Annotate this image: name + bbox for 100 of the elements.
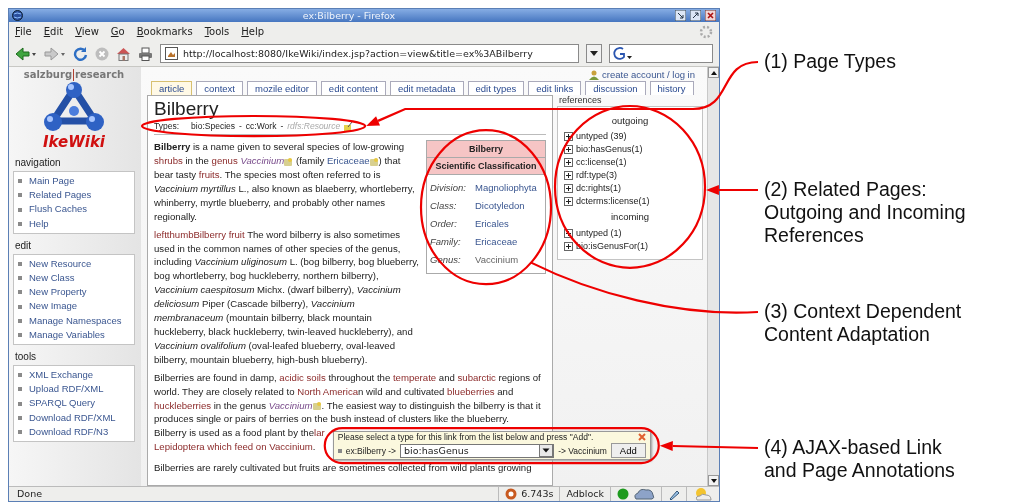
text-link[interactable]: Lepidoptera which feed on Vaccinium — [154, 440, 313, 455]
text-link[interactable]: leftthumbBilberry fruit — [154, 228, 245, 240]
menu-item[interactable]: Edit — [43, 25, 64, 38]
menu-item[interactable]: Go — [110, 25, 125, 38]
text-link[interactable]: huckleberries — [154, 399, 212, 411]
bullet-icon — [18, 318, 22, 323]
print-icon[interactable] — [138, 46, 153, 61]
field-label: Order: — [430, 217, 458, 232]
tab[interactable]: mozile editor — [247, 81, 317, 95]
text-link[interactable]: acidic — [279, 371, 307, 383]
history-dropdown[interactable] — [586, 44, 602, 63]
field-link[interactable]: Dicotyledon — [475, 197, 525, 216]
text-link[interactable]: soils — [306, 371, 326, 383]
sidebar-link[interactable]: Upload RDF/XML — [29, 382, 104, 397]
reference-item[interactable]: dc:rights(1) — [576, 182, 621, 196]
reference-item[interactable]: rdf:type(3) — [576, 169, 617, 183]
text-link[interactable]: fruits — [198, 169, 220, 180]
back-icon[interactable] — [15, 46, 37, 61]
expand-icon[interactable] — [564, 171, 573, 181]
account-link[interactable]: create account / log in — [602, 68, 695, 81]
address-bar[interactable]: http://localhost:8080/IkeWiki/index.jsp?action=view&title=ex%3ABilberry — [160, 44, 579, 63]
sidebar-link[interactable]: Main Page — [29, 174, 75, 189]
property-select[interactable]: bio:hasGenus — [400, 443, 555, 458]
menu-item[interactable]: Bookmarks — [136, 25, 193, 38]
text-link[interactable]: genus — [211, 155, 241, 167]
sidebar-link[interactable]: New Resource — [29, 256, 92, 271]
text-link[interactable]: lar — [314, 426, 325, 441]
tab[interactable]: edit types — [467, 81, 525, 95]
field-link[interactable]: Magnoliophyta — [475, 179, 537, 198]
field-link[interactable]: Ericales — [475, 215, 509, 234]
sidebar-link[interactable]: Download RDF/N3 — [29, 424, 109, 440]
edit-types-icon[interactable] — [344, 121, 354, 131]
close-icon[interactable] — [637, 433, 646, 442]
sidebar-link[interactable]: Download RDF/XML — [29, 410, 116, 425]
callout-arrow — [705, 185, 758, 195]
field-label: Division: — [430, 181, 467, 196]
logo-text: IkeWiki — [43, 133, 105, 151]
expand-icon[interactable] — [564, 145, 573, 155]
text-link[interactable]: Vaccinium — [240, 155, 285, 167]
logo-text: research — [75, 69, 125, 81]
close-icon[interactable] — [705, 10, 716, 21]
add-button[interactable]: Add — [610, 443, 646, 459]
maximize-icon[interactable] — [690, 10, 701, 21]
expand-icon[interactable] — [564, 241, 573, 251]
tab[interactable]: edit content — [320, 81, 386, 95]
logo-text: salzburg — [23, 69, 73, 81]
sidebar-link[interactable]: Related Pages — [29, 188, 92, 203]
text-link[interactable]: Vaccinium — [268, 399, 313, 411]
menu-item[interactable]: Tools — [204, 25, 230, 38]
field-link[interactable]: Ericaceae — [475, 233, 518, 252]
reference-item[interactable]: bio:hasGenus(1) — [576, 143, 643, 157]
adblock-label[interactable]: Adblock — [566, 488, 604, 500]
tab[interactable]: article — [151, 81, 193, 95]
text-link[interactable]: blueberries — [447, 385, 495, 397]
text-link[interactable]: temperate — [392, 371, 437, 383]
type-link[interactable]: cc:Work — [245, 121, 277, 132]
text-link[interactable]: shrubs — [154, 155, 183, 167]
text-link[interactable]: North America — [297, 385, 359, 397]
sidebar-link[interactable]: SPARQL Query — [29, 396, 95, 411]
expand-icon[interactable] — [564, 158, 573, 168]
sidebar-link[interactable]: Manage Namespaces — [29, 313, 122, 328]
sidebar-link[interactable]: Manage Variables — [29, 327, 105, 343]
scroll-up-button[interactable] — [708, 67, 719, 78]
search-field[interactable] — [609, 44, 713, 63]
reference-item[interactable]: untyped (1) — [576, 226, 622, 240]
field-label: Class: — [430, 199, 458, 214]
sidebar-link[interactable]: New Property — [29, 285, 87, 300]
type-link[interactable]: bio:Species — [191, 121, 235, 132]
sidebar-link[interactable]: Flush Caches — [29, 202, 88, 217]
sidebar-link[interactable]: Help — [29, 216, 49, 231]
menu-item[interactable]: View — [75, 25, 99, 38]
text-link[interactable]: subarctic — [457, 371, 496, 383]
menu-item[interactable]: File — [15, 25, 32, 38]
bullet-icon — [18, 332, 22, 337]
reload-icon[interactable] — [73, 46, 88, 61]
expand-icon[interactable] — [564, 197, 573, 207]
reference-item[interactable]: cc:license(1) — [576, 156, 627, 170]
expand-icon[interactable] — [564, 184, 573, 194]
reference-item[interactable]: untyped (39) — [576, 130, 627, 144]
minimize-icon[interactable] — [675, 10, 686, 21]
expand-icon[interactable] — [564, 132, 573, 142]
tab[interactable]: edit metadata — [389, 81, 464, 95]
tab[interactable]: discussion — [585, 81, 646, 95]
scroll-down-button[interactable] — [708, 475, 719, 486]
text-link[interactable]: Ericaceae — [326, 155, 370, 167]
paragraph: Bilberries are rarely cultivated but fruits are sometimes collected from wild plants growing — [154, 461, 533, 476]
group-heading: incoming — [610, 211, 650, 223]
tab[interactable]: history — [649, 81, 694, 95]
window-title: ex:Bilberry - Firefox — [301, 9, 397, 22]
tab[interactable]: context — [196, 81, 243, 95]
expand-icon[interactable] — [564, 228, 573, 238]
sidebar-link[interactable]: XML Exchange — [29, 368, 94, 383]
reference-item[interactable]: dcterms:license(1) — [576, 195, 650, 209]
caret-icon — [539, 444, 554, 458]
home-icon[interactable] — [116, 46, 131, 61]
sidebar-link[interactable]: New Image — [29, 299, 78, 314]
menu-item[interactable]: Help — [241, 25, 265, 38]
sidebar-link[interactable]: New Class — [29, 271, 75, 286]
bullet-icon — [18, 290, 22, 295]
tab[interactable]: edit links — [528, 81, 582, 95]
